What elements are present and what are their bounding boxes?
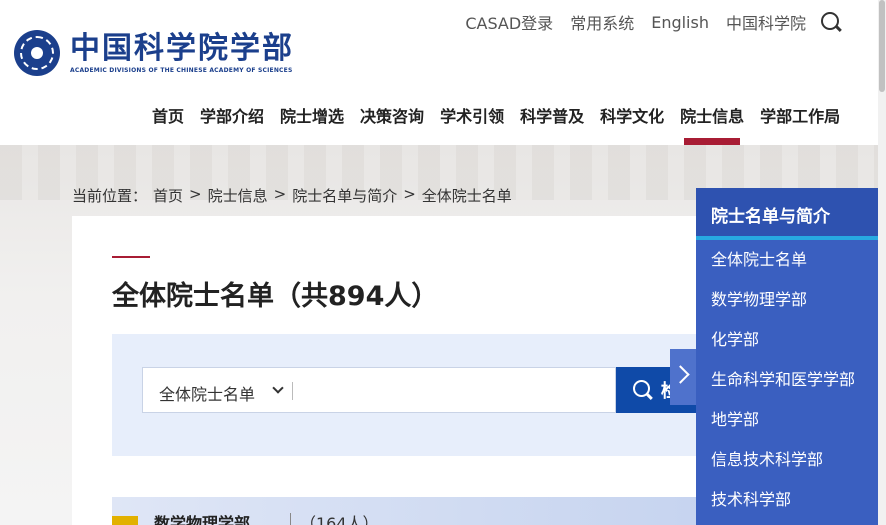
division-name: 数学物理学部 [154, 514, 251, 525]
search-icon [632, 380, 653, 400]
select-divider [292, 382, 293, 400]
search-area: 全体院士名单 检 索 [112, 334, 732, 456]
chevron-right-icon[interactable] [670, 349, 696, 405]
nav-bureau[interactable]: 学部工作局 [752, 103, 848, 145]
nav-popular-science[interactable]: 科学普及 [512, 103, 592, 145]
sidebar-item-tech-science[interactable]: 技术科学部 [696, 480, 878, 520]
sidebar-item-earth[interactable]: 地学部 [696, 400, 878, 440]
nav-culture[interactable]: 科学文化 [592, 103, 672, 145]
sidebar-item-info-tech[interactable]: 信息技术科学部 [696, 440, 878, 480]
english-link[interactable]: English [651, 13, 709, 32]
select-value: 全体院士名单 [159, 385, 256, 404]
breadcrumb-sep: > [189, 185, 202, 203]
chevron-down-icon [272, 382, 284, 394]
cas-link[interactable]: 中国科学院 [726, 10, 806, 34]
sidebar-item-all[interactable]: 全体院士名单 [696, 240, 878, 280]
sidebar: 院士名单与简介 全体院士名单 数学物理学部 化学部 生命科学和医学学部 地学部 … [696, 188, 878, 525]
casad-login-link[interactable]: CASAD登录 [465, 10, 553, 34]
title-accent-bar [112, 256, 150, 258]
breadcrumb-academicians[interactable]: 院士信息 [208, 185, 268, 206]
cas-seal-icon [14, 30, 60, 76]
breadcrumb-sep: > [403, 185, 416, 203]
main-nav: 首页 学部介绍 院士增选 决策咨询 学术引领 科学普及 科学文化 院士信息 学部… [144, 103, 848, 145]
logo-title: 中国科学院学部 [70, 31, 294, 66]
sidebar-item-chemistry[interactable]: 化学部 [696, 320, 878, 360]
sidebar-item-life-medicine[interactable]: 生命科学和医学学部 [696, 360, 878, 400]
top-links: CASAD登录 常用系统 English 中国科学院 [448, 10, 842, 34]
division-separator [290, 513, 291, 525]
scrollbar-thumb[interactable] [879, 0, 885, 92]
main-panel: 全体院士名单（共894人） 全体院士名单 检 索 数学物理学部 （164人） [72, 216, 732, 525]
search-icon[interactable] [820, 11, 842, 33]
breadcrumb-sep: > [273, 185, 287, 203]
division-header: 数学物理学部 （164人） [112, 497, 732, 525]
breadcrumb-home[interactable]: 首页 [153, 185, 183, 206]
division-tag [112, 516, 138, 525]
scrollbar[interactable] [878, 0, 886, 525]
division-select[interactable]: 全体院士名单 [142, 367, 616, 413]
breadcrumb: 当前位置： 首页 > 院士信息 > 院士名单与简介 > 全体院士名单 [72, 185, 518, 206]
nav-home[interactable]: 首页 [144, 103, 192, 145]
site-header: 中国科学院学部 ACADEMIC DIVISIONS OF THE CHINES… [0, 0, 878, 145]
nav-about[interactable]: 学部介绍 [192, 103, 272, 145]
breadcrumb-prefix: 当前位置： [72, 187, 148, 205]
nav-academic[interactable]: 学术引领 [432, 103, 512, 145]
breadcrumb-list-intro[interactable]: 院士名单与简介 [292, 185, 397, 206]
breadcrumb-current[interactable]: 全体院士名单 [422, 185, 512, 206]
page-title: 全体院士名单（共894人） [112, 281, 439, 312]
logo-subtitle: ACADEMIC DIVISIONS OF THE CHINESE ACADEM… [70, 67, 293, 74]
nav-consulting[interactable]: 决策咨询 [352, 103, 432, 145]
site-logo[interactable]: 中国科学院学部 ACADEMIC DIVISIONS OF THE CHINES… [14, 30, 294, 76]
division-count: （164人） [300, 514, 379, 525]
nav-election[interactable]: 院士增选 [272, 103, 352, 145]
nav-academicians[interactable]: 院士信息 [672, 103, 752, 145]
sidebar-title: 院士名单与简介 [696, 188, 878, 240]
sidebar-item-math-physics[interactable]: 数学物理学部 [696, 280, 878, 320]
common-systems-link[interactable]: 常用系统 [570, 10, 634, 34]
